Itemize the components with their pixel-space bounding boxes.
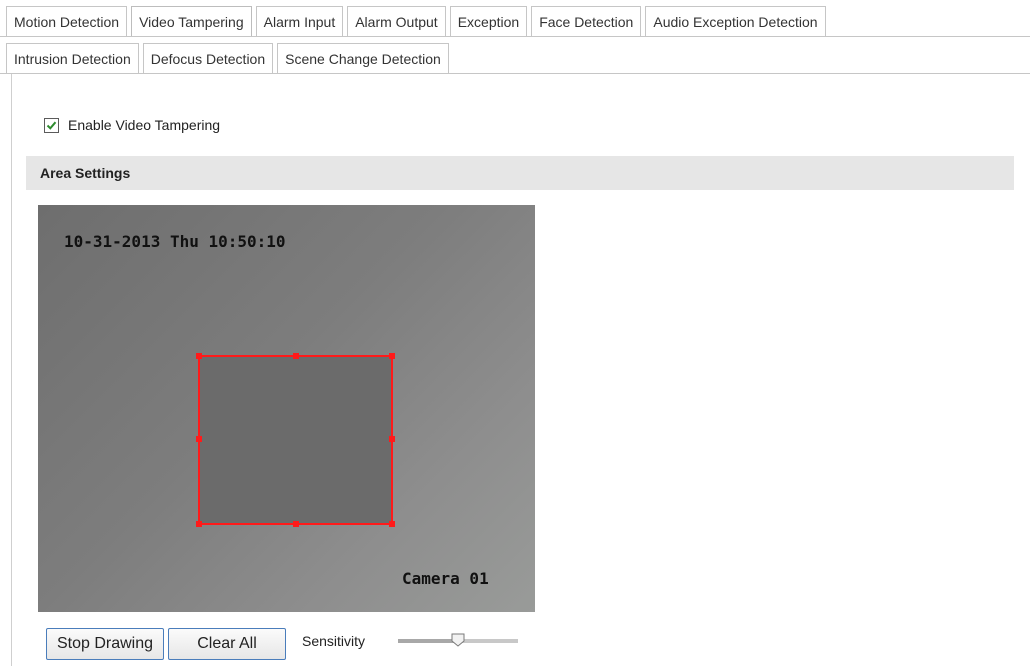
sensitivity-slider[interactable] [398,633,518,647]
sensitivity-label: Sensitivity [302,633,366,649]
region-handle-bottom-left[interactable] [196,521,202,527]
tab-scene-change-detection[interactable]: Scene Change Detection [277,43,449,73]
tab-audio-exception-detection[interactable]: Audio Exception Detection [645,6,826,36]
clear-all-button[interactable]: Clear All [168,628,286,660]
region-handle-right[interactable] [389,436,395,442]
area-settings-header: Area Settings [26,156,1014,190]
enable-video-tampering: Enable Video Tampering [44,117,220,133]
content-left-border [11,74,12,666]
region-handle-top-right[interactable] [389,353,395,359]
tab-video-tampering[interactable]: Video Tampering [131,6,252,37]
tab-intrusion-detection[interactable]: Intrusion Detection [6,43,139,73]
stop-drawing-button[interactable]: Stop Drawing [46,628,164,660]
tab-divider-1 [0,36,1030,37]
tab-face-detection[interactable]: Face Detection [531,6,642,36]
osd-camera-name: Camera 01 [402,569,489,588]
tab-exception[interactable]: Exception [449,6,528,36]
sensitivity-track-fill [398,639,458,643]
checkmark-icon [46,121,57,130]
region-handle-top[interactable] [293,353,299,359]
region-handle-left[interactable] [196,436,202,442]
tab-row-2: Intrusion Detection Defocus Detection Sc… [6,43,453,73]
sensitivity-track [458,639,518,643]
tab-motion-detection[interactable]: Motion Detection [6,6,128,36]
section-title: Area Settings [40,165,131,181]
tamper-detection-region[interactable] [196,353,395,527]
region-handle-bottom[interactable] [293,521,299,527]
video-preview[interactable]: 10-31-2013 Thu 10:50:10 Camera 01 [38,205,535,612]
tab-row-1: Motion Detection Video Tampering Alarm I… [6,6,830,37]
tab-defocus-detection[interactable]: Defocus Detection [142,43,274,73]
osd-timestamp: 10-31-2013 Thu 10:50:10 [64,232,286,251]
region-handle-top-left[interactable] [196,353,202,359]
enable-video-tampering-label: Enable Video Tampering [68,117,221,133]
region-handle-bottom-right[interactable] [389,521,395,527]
tab-alarm-input[interactable]: Alarm Input [255,6,344,36]
tab-divider-2 [0,73,1030,74]
enable-video-tampering-checkbox[interactable] [44,117,59,133]
tab-alarm-output[interactable]: Alarm Output [347,6,446,36]
sensitivity-slider-thumb[interactable] [451,633,465,647]
